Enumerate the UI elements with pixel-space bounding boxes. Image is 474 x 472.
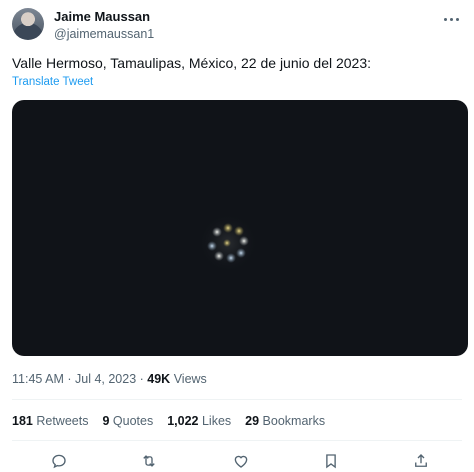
tweet-meta: 11:45 AM · Jul 4, 2023 · 49K Views [12,372,207,386]
bookmark-icon[interactable] [322,452,340,470]
retweet-icon[interactable] [140,452,158,470]
bookmarks-stat[interactable]: 29 Bookmarks [245,414,325,428]
author-handle[interactable]: @jaimemaussan1 [54,27,154,41]
tweet-header: Jaime Maussan @jaimemaussan1 [12,8,462,44]
likes-stat[interactable]: 1,022 Likes [167,414,231,428]
tweet-stats: 181 Retweets 9 Quotes 1,022 Likes 29 Boo… [12,414,325,428]
translate-tweet-link[interactable]: Translate Tweet [12,76,93,88]
retweets-stat[interactable]: 181 Retweets [12,414,88,428]
tweet-media[interactable] [12,100,468,356]
quotes-stat[interactable]: 9 Quotes [102,414,153,428]
views-label: Views [173,372,207,386]
share-icon[interactable] [412,452,430,470]
reply-icon[interactable] [50,452,68,470]
tweet-time[interactable]: 11:45 AM · Jul 4, 2023 · [12,372,147,386]
avatar[interactable] [12,8,44,40]
author-name[interactable]: Jaime Maussan [54,9,150,24]
divider [12,399,462,400]
views-count: 49K [147,372,171,386]
more-dots-icon[interactable] [440,10,462,28]
divider [12,440,462,441]
ufo-lights-image [198,213,258,273]
tweet-text: Valle Hermoso, Tamaulipas, México, 22 de… [12,55,372,71]
action-bar [12,448,462,472]
like-icon[interactable] [232,452,250,470]
